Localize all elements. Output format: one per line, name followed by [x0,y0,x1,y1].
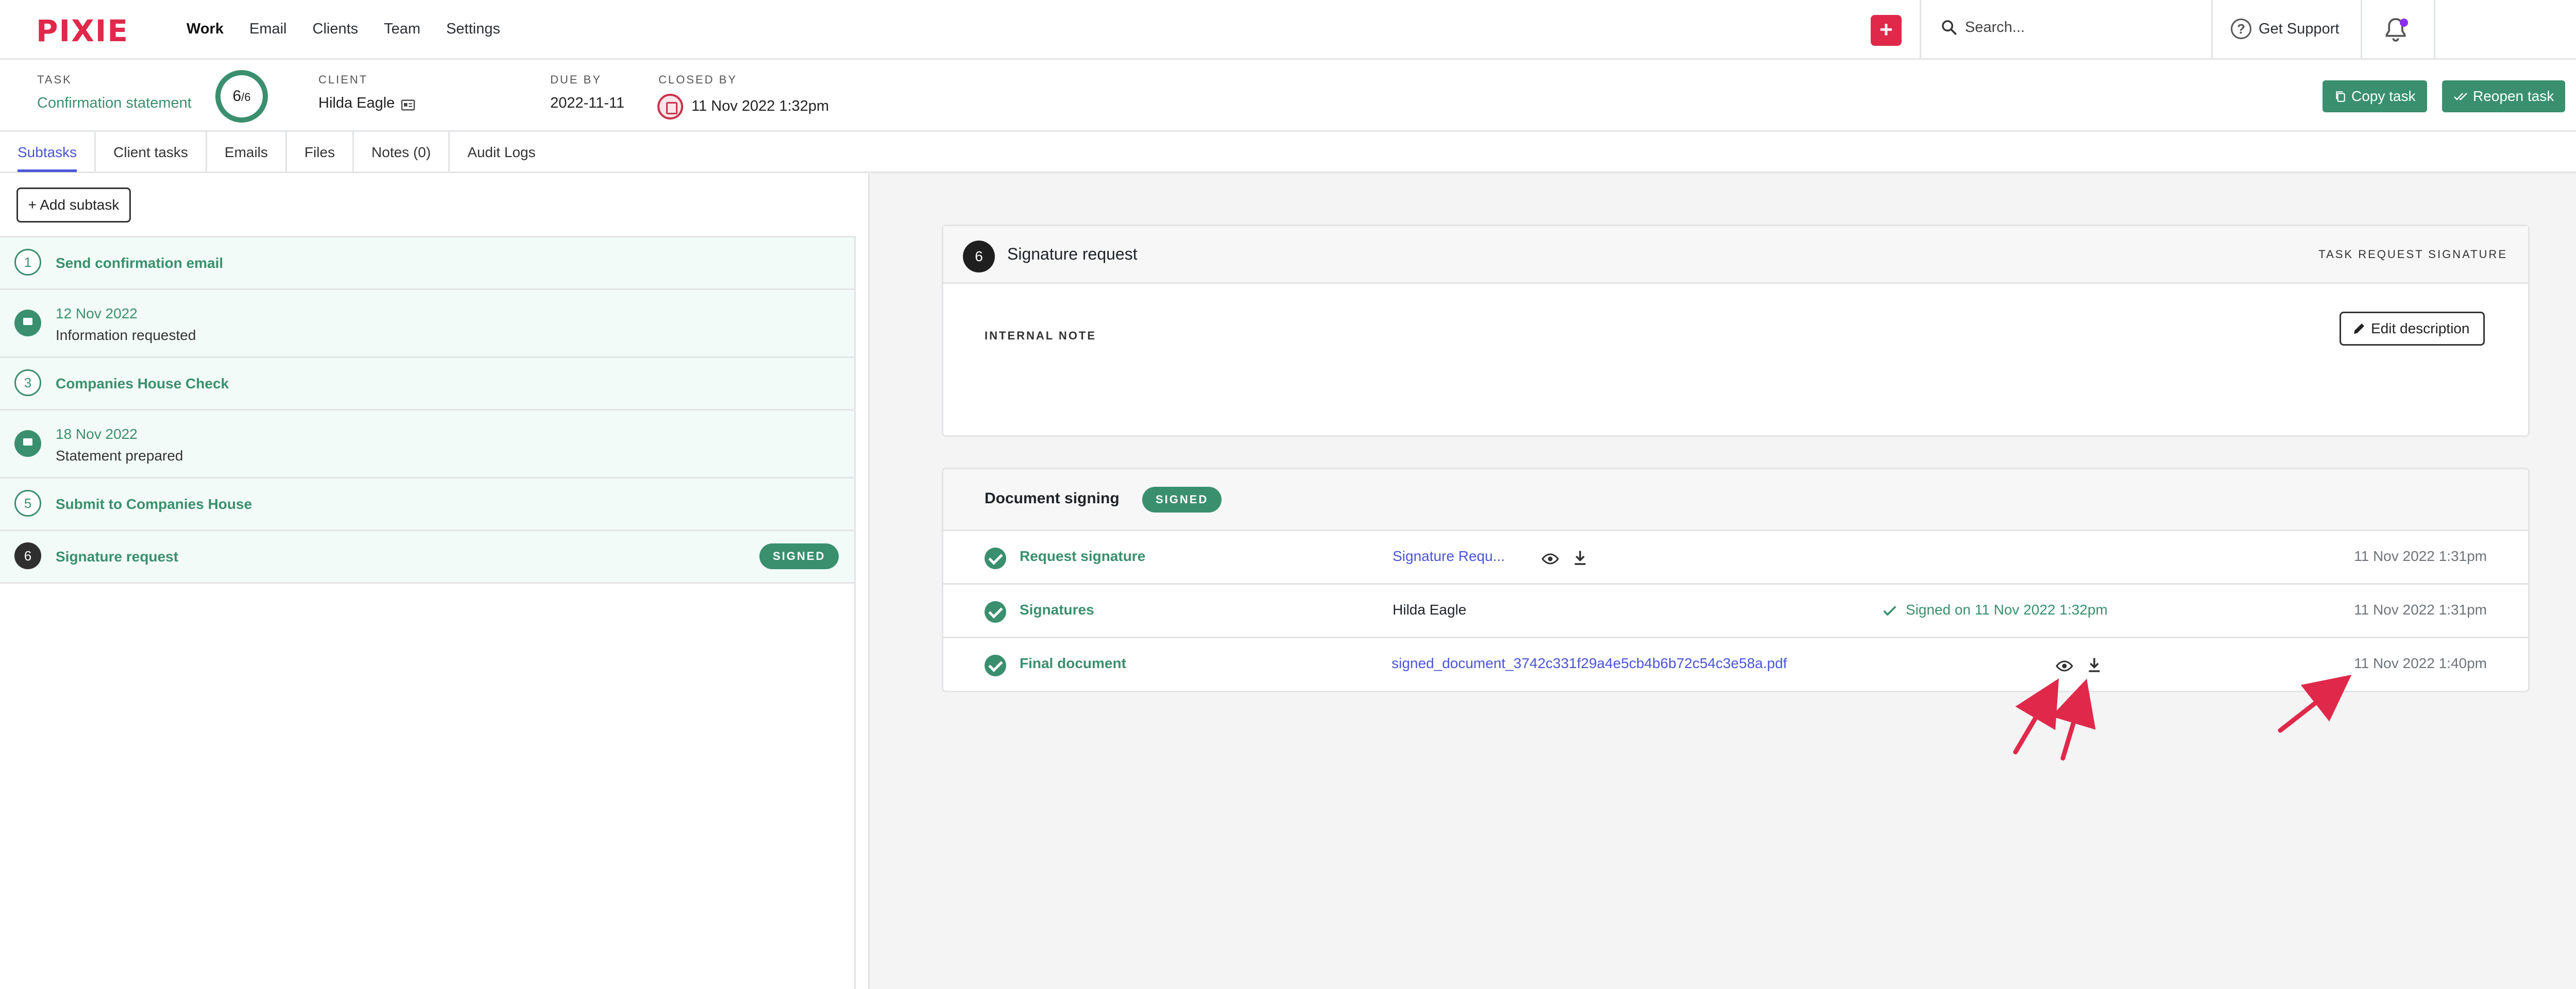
task-label: TASK [37,73,72,86]
pixie-logo[interactable]: PIXIE [36,13,129,48]
progress-done: 6 [232,88,242,105]
nav-divider [2211,0,2213,60]
main-nav: Work Email Clients Team Settings [187,21,526,38]
subtask-title: Companies House Check [56,376,229,391]
subtask-row[interactable]: 12 Nov 2022 Information requested [0,290,854,358]
task-header: TASK Confirmation statement 6/6 CLIENT H… [0,60,2576,132]
top-nav: PIXIE Work Email Clients Team Settings +… [0,0,2576,60]
client-name[interactable]: Hilda Eagle [318,95,395,112]
search-input[interactable] [1965,19,2192,36]
flag-icon [14,310,41,336]
create-new-button[interactable]: + [1871,15,1902,46]
annotation-arrows [2013,674,2352,761]
arrow-to-timestamp [2278,674,2352,733]
client-label: CLIENT [318,73,368,86]
closed-date: 11 Nov 2022 1:32pm [691,98,829,114]
task-name[interactable]: Confirmation statement [37,95,192,112]
search-icon [1942,20,1957,35]
copy-icon [2336,91,2345,102]
tab-audit-logs[interactable]: Audit Logs [450,132,553,173]
search-box[interactable] [1940,19,2192,36]
subtask-title: Signature request [56,549,179,565]
copy-task-label: Copy task [2351,88,2416,104]
due-label: DUE BY [550,73,602,86]
subtask-row[interactable]: 3 Companies House Check [0,358,854,411]
subtask-number: 6 [14,542,41,569]
subtask-scrollbar[interactable] [854,236,870,989]
closed-by-avatar-icon [657,94,683,120]
reopen-task-label: Reopen task [2473,88,2554,104]
nav-team[interactable]: Team [384,21,420,38]
tab-subtasks[interactable]: Subtasks [0,132,96,173]
arrow-to-download-icon [2051,678,2096,761]
tab-files[interactable]: Files [287,132,354,173]
tab-emails[interactable]: Emails [207,132,287,173]
subtask-number: 1 [14,249,41,276]
subtask-number: 5 [14,490,41,517]
help-icon: ? [2231,19,2251,39]
nav-work[interactable]: Work [187,21,224,38]
subtask-list: 1 Send confirmation email 12 Nov 2022 In… [0,236,854,584]
reopen-task-button[interactable]: Reopen task [2442,80,2566,112]
flag-icon [14,430,41,457]
subtask-subtitle: Statement prepared [56,448,183,464]
nav-settings[interactable]: Settings [446,21,500,38]
nav-divider [2434,0,2435,60]
task-tabs: Subtasks Client tasks Emails Files Notes… [0,132,2576,173]
double-check-icon [2454,93,2467,100]
subtask-number: 3 [14,369,41,396]
subtask-row[interactable]: 5 Submit to Companies House [0,479,854,531]
progress-ring: 6/6 [215,70,268,123]
nav-divider [1920,0,1921,60]
subtask-title: Send confirmation email [56,255,224,271]
arrow-to-eye-icon [2013,678,2059,755]
tab-client-tasks[interactable]: Client tasks [96,132,207,173]
nav-divider [2361,0,2362,60]
subtask-row[interactable]: 18 Nov 2022 Statement prepared [0,411,854,479]
copy-task-button[interactable]: Copy task [2323,80,2427,112]
subtask-date: 12 Nov 2022 [56,305,138,321]
due-date: 2022-11-11 [550,95,625,111]
subtask-row-selected[interactable]: 6 Signature request SIGNED [0,531,854,584]
nav-email[interactable]: Email [249,21,287,38]
notifications-button[interactable] [2381,15,2410,47]
subtask-title: Submit to Companies House [56,496,252,512]
subtask-subtitle: Information requested [56,327,196,343]
notification-dot [2400,19,2408,27]
subtask-detail-panel: 6 Signature request TASK REQUEST SIGNATU… [870,173,2576,989]
add-subtask-button[interactable]: + Add subtask [16,187,131,223]
subtask-row[interactable]: 1 Send confirmation email [0,237,854,290]
subtasks-panel: + Add subtask 1 Send confirmation email … [0,173,870,989]
get-support-link[interactable]: ? Get Support [2231,19,2339,39]
nav-clients[interactable]: Clients [313,21,359,38]
get-support-label: Get Support [2259,20,2340,37]
contact-card-icon[interactable] [400,97,416,113]
subtask-date: 18 Nov 2022 [56,426,138,442]
signed-badge: SIGNED [759,543,839,569]
tab-notes[interactable]: Notes (0) [354,132,450,173]
progress-total: /6 [241,91,251,104]
closed-label: CLOSED BY [658,73,737,86]
